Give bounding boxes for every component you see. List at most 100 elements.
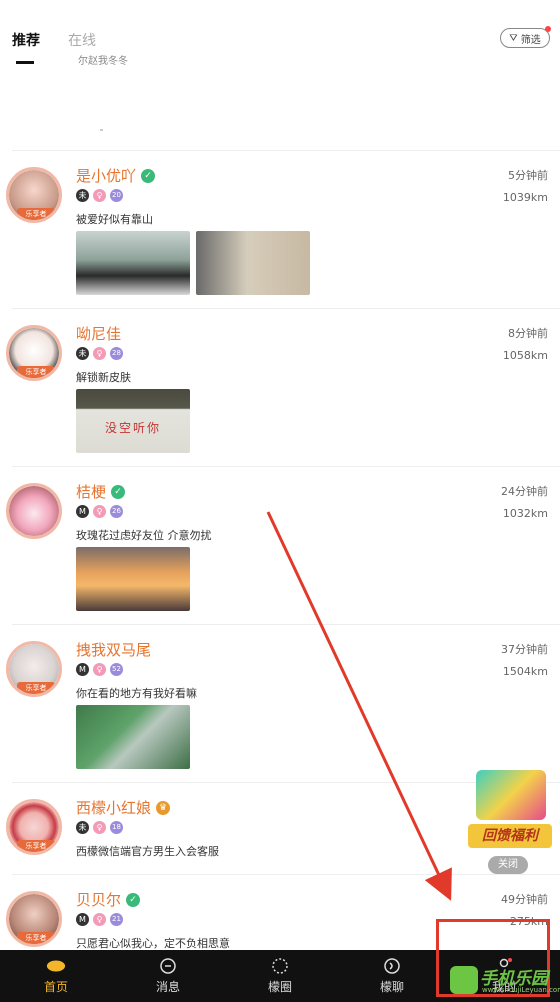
time-ago: 49分钟前	[501, 893, 548, 906]
nav-label: 首页	[43, 980, 68, 994]
funnel-icon: ⛛	[509, 32, 518, 44]
status-tag: 未	[76, 189, 89, 202]
bio: 被爱好似有靠山	[76, 213, 153, 226]
promo-close-button[interactable]: 关闭	[488, 856, 528, 874]
photo[interactable]	[196, 231, 310, 295]
avatar-badge: 乐享者	[17, 208, 55, 220]
verified-icon: ✓	[141, 168, 156, 183]
female-icon: ♀	[93, 347, 106, 360]
avatar[interactable]	[6, 483, 62, 539]
photo[interactable]	[76, 705, 190, 769]
bio: 西檬微信端官方男生入会客服	[76, 845, 219, 858]
user-card[interactable]: 乐享者 是小优吖 ✓ 5分钟前 1039km 未 ♀ 20 被爱好似有靠山	[6, 150, 560, 308]
tag-row: M ♀ 26	[76, 505, 123, 518]
watermark-logo-icon	[450, 966, 478, 994]
user-card[interactable]: 乐享者 拽我双马尾 37分钟前 1504km M ♀ 52 你在看的地方有我好看…	[6, 624, 560, 782]
partial-mark	[16, 61, 34, 64]
tag-row: M ♀ 21	[76, 913, 123, 926]
photo-row	[76, 547, 190, 611]
bio: 你在看的地方有我好看嘛	[76, 687, 197, 700]
distance: 1032km	[502, 507, 548, 520]
tag-row: 未 ♀ 20	[76, 189, 123, 202]
user-name-text: 西檬小红娘	[76, 799, 152, 817]
promo-widget[interactable]: 回馈福利 关闭	[468, 760, 552, 880]
status-tag: M	[76, 913, 89, 926]
photo[interactable]: 没空听你	[76, 389, 190, 453]
time-ago: 37分钟前	[501, 643, 548, 656]
promo-label: 回馈福利	[468, 824, 552, 848]
tab-online[interactable]: 在线	[68, 30, 96, 50]
user-card[interactable]: 桔梗 ✓ 24分钟前 1032km M ♀ 26 玫瑰花过虑好友位 介意勿扰	[6, 466, 560, 624]
female-icon: ♀	[93, 505, 106, 518]
user-name[interactable]: 贝贝尔 ✓	[76, 889, 141, 910]
avatar-badge: 乐享者	[17, 682, 55, 694]
user-name[interactable]: 呦尼佳	[76, 323, 121, 344]
verified-icon: ✓	[111, 484, 126, 499]
nav-circle[interactable]: 檬圈	[224, 950, 336, 1002]
user-name-text: 呦尼佳	[76, 325, 122, 343]
tab-recommend[interactable]: 推荐	[12, 30, 40, 50]
lemon-icon	[46, 957, 66, 975]
user-name[interactable]: 是小优吖 ✓	[76, 165, 156, 186]
avatar-badge: 乐享者	[17, 366, 55, 378]
watermark-url: www.shoujiLeyuan.com	[482, 986, 560, 994]
female-icon: ♀	[93, 913, 106, 926]
time-distance: 24分钟前 1032km	[501, 481, 548, 525]
photo[interactable]	[76, 547, 190, 611]
female-icon: ♀	[93, 821, 106, 834]
tag-row: 未 ♀ 18	[76, 821, 123, 834]
photo-row	[76, 705, 190, 769]
nav-messages[interactable]: 消息	[112, 950, 224, 1002]
user-name[interactable]: 拽我双马尾	[76, 639, 151, 660]
verified-icon: ✓	[126, 892, 141, 907]
nav-label: 檬圈	[267, 980, 292, 994]
age-tag: 26	[110, 505, 123, 518]
female-icon: ♀	[93, 189, 106, 202]
user-card[interactable]: 乐享者 呦尼佳 8分钟前 1058km 未 ♀ 28 解锁新皮肤 没空听你	[6, 308, 560, 466]
photo-caption: 没空听你	[104, 421, 161, 435]
avatar[interactable]: 乐享者	[6, 325, 62, 381]
age-tag: 21	[110, 913, 123, 926]
avatar[interactable]: 乐享者	[6, 799, 62, 855]
status-tag: M	[76, 505, 89, 518]
avatar[interactable]: 乐享者	[6, 641, 62, 697]
avatar[interactable]: 乐享者	[6, 167, 62, 223]
partial-bio: 尔赵我冬冬	[78, 56, 128, 67]
official-icon: ♛	[156, 800, 171, 815]
user-name-text: 拽我双马尾	[76, 641, 152, 659]
status-tag: 未	[76, 347, 89, 360]
avatar-badge: 乐享者	[17, 932, 55, 944]
tag-row: 未 ♀ 28	[76, 347, 123, 360]
female-icon: ♀	[93, 663, 106, 676]
age-tag: 20	[110, 189, 123, 202]
photo-row: 没空听你	[76, 389, 190, 453]
age-tag: 28	[110, 347, 123, 360]
photo[interactable]	[76, 231, 190, 295]
nav-home[interactable]: 首页	[0, 950, 112, 1002]
time-distance: 37分钟前 1504km	[501, 639, 548, 683]
time-ago: 24分钟前	[501, 485, 548, 498]
bio: 解锁新皮肤	[76, 371, 131, 384]
nav-label: 檬聊	[379, 980, 404, 994]
time-ago: 5分钟前	[508, 169, 548, 182]
notification-dot	[545, 26, 551, 32]
nav-chat[interactable]: 檬聊	[336, 950, 448, 1002]
user-name[interactable]: 西檬小红娘 ♛	[76, 797, 171, 818]
bio: 只愿君心似我心，定不负相思意	[76, 937, 230, 950]
status-tag: 未	[76, 821, 89, 834]
distance: 1504km	[502, 665, 548, 678]
distance: 1058km	[502, 349, 548, 362]
bio: 玫瑰花过虑好友位 介意勿扰	[76, 529, 212, 542]
age-tag: 18	[110, 821, 123, 834]
filter-button[interactable]: ⛛ 筛选	[500, 26, 551, 48]
circle-icon	[270, 957, 290, 975]
avatar[interactable]: 乐享者	[6, 891, 62, 947]
chat-icon	[382, 957, 402, 975]
message-icon	[158, 957, 178, 975]
time-ago: 8分钟前	[508, 327, 548, 340]
filter-label: 筛选	[520, 34, 541, 46]
user-name-text: 是小优吖	[76, 167, 137, 185]
user-name[interactable]: 桔梗 ✓	[76, 481, 126, 502]
status-tag: M	[76, 663, 89, 676]
watermark: 手机乐园 www.shoujiLeyuan.com	[450, 964, 560, 998]
